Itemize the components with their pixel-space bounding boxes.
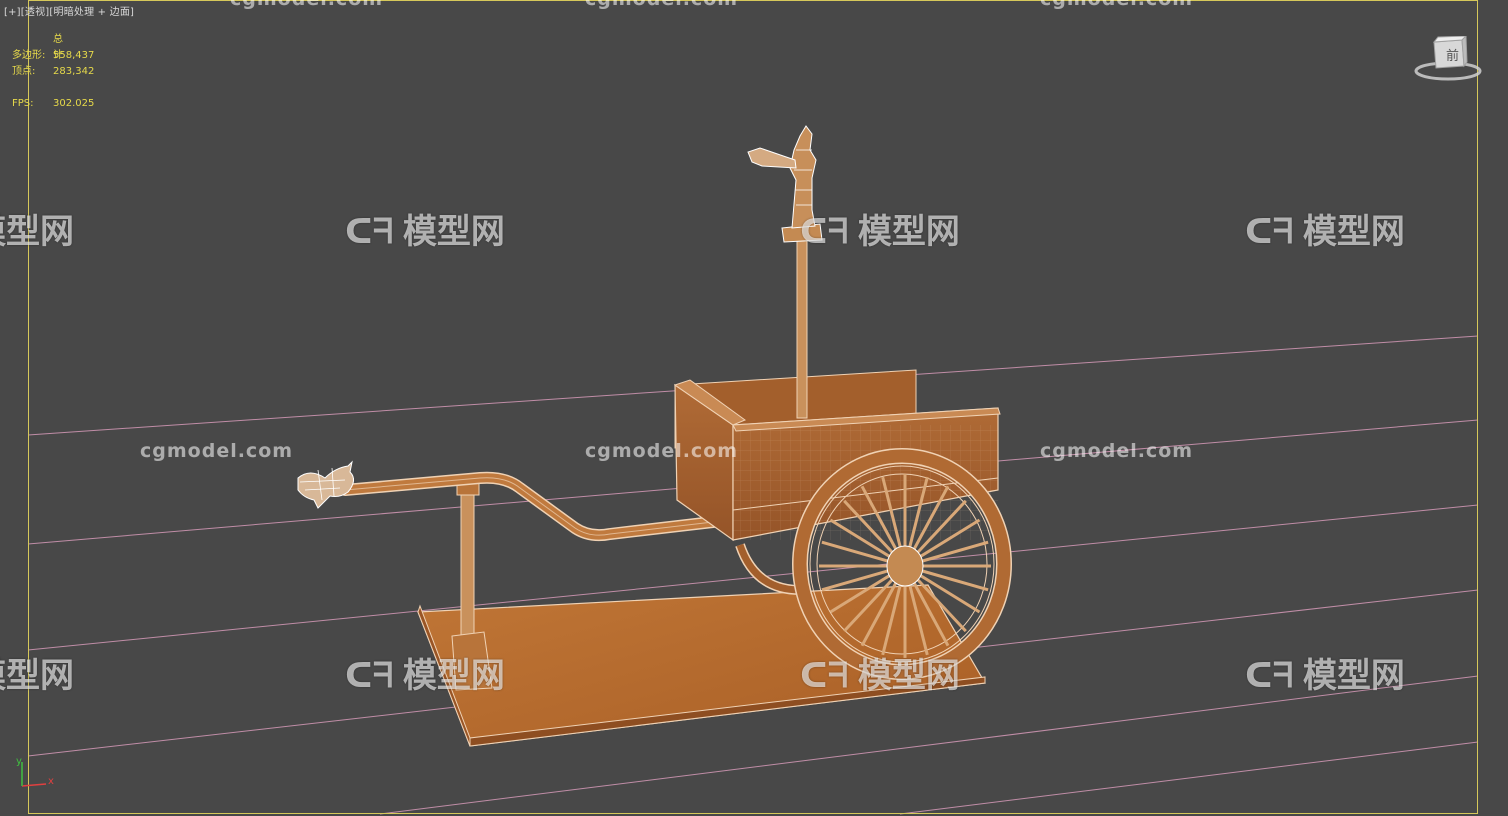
watermark-site: cgmodel.com [1040,440,1194,462]
stats-key: 顶点: [12,66,36,77]
watermark-site: cgmodel.com [585,440,739,462]
rear-wheel[interactable] [735,543,801,595]
axis-y-label: y [16,756,22,767]
watermark-site: cgmodel.com [140,440,294,462]
carriage-shaft[interactable] [339,471,736,542]
stats-value: 283,342 [53,66,95,77]
viewport-label: [+][透视][明暗处理 + 边面] [4,3,134,18]
viewcube[interactable]: 前 [1412,34,1482,86]
watermark-brand: ᑕᖷ 模型网 [800,656,960,696]
watermark-brand: 模型网 [0,656,74,696]
viewcube-face-label: 前 [1446,49,1460,64]
watermark-brand: ᑕᖷ 模型网 [345,656,505,696]
stats-key: 多边形: [12,50,46,61]
watermark-brand: ᑕᖷ 模型网 [345,212,505,252]
south-pointing-figure[interactable] [747,125,823,419]
axis-x-label: x [48,776,54,787]
viewport-menu-shading[interactable]: [明暗处理 + 边面] [49,7,134,18]
watermark-brand: 模型网 [0,212,74,252]
watermark-site: cgmodel.com [585,0,738,10]
viewport-menu-plus[interactable]: [+] [4,7,21,18]
perspective-viewport[interactable]: cgmodel.com cgmodel.com cgmodel.com cgmo… [0,0,1508,816]
watermark-site: cgmodel.com [230,0,383,10]
stats-key: FPS: [12,98,34,109]
watermark-brand: ᑕᖷ 模型网 [800,212,960,252]
axis-tripod: x y [12,754,58,794]
watermark-brand: ᑕᖷ 模型网 [1245,212,1405,252]
stats-value: 558,437 [53,50,95,61]
stats-value: 302.025 [53,98,95,109]
watermark-site: cgmodel.com [1040,0,1193,10]
watermark-brand: ᑕᖷ 模型网 [1245,656,1405,696]
viewport-menu-view[interactable]: [透视] [21,7,50,18]
dragon-head-ornament[interactable] [297,460,354,509]
